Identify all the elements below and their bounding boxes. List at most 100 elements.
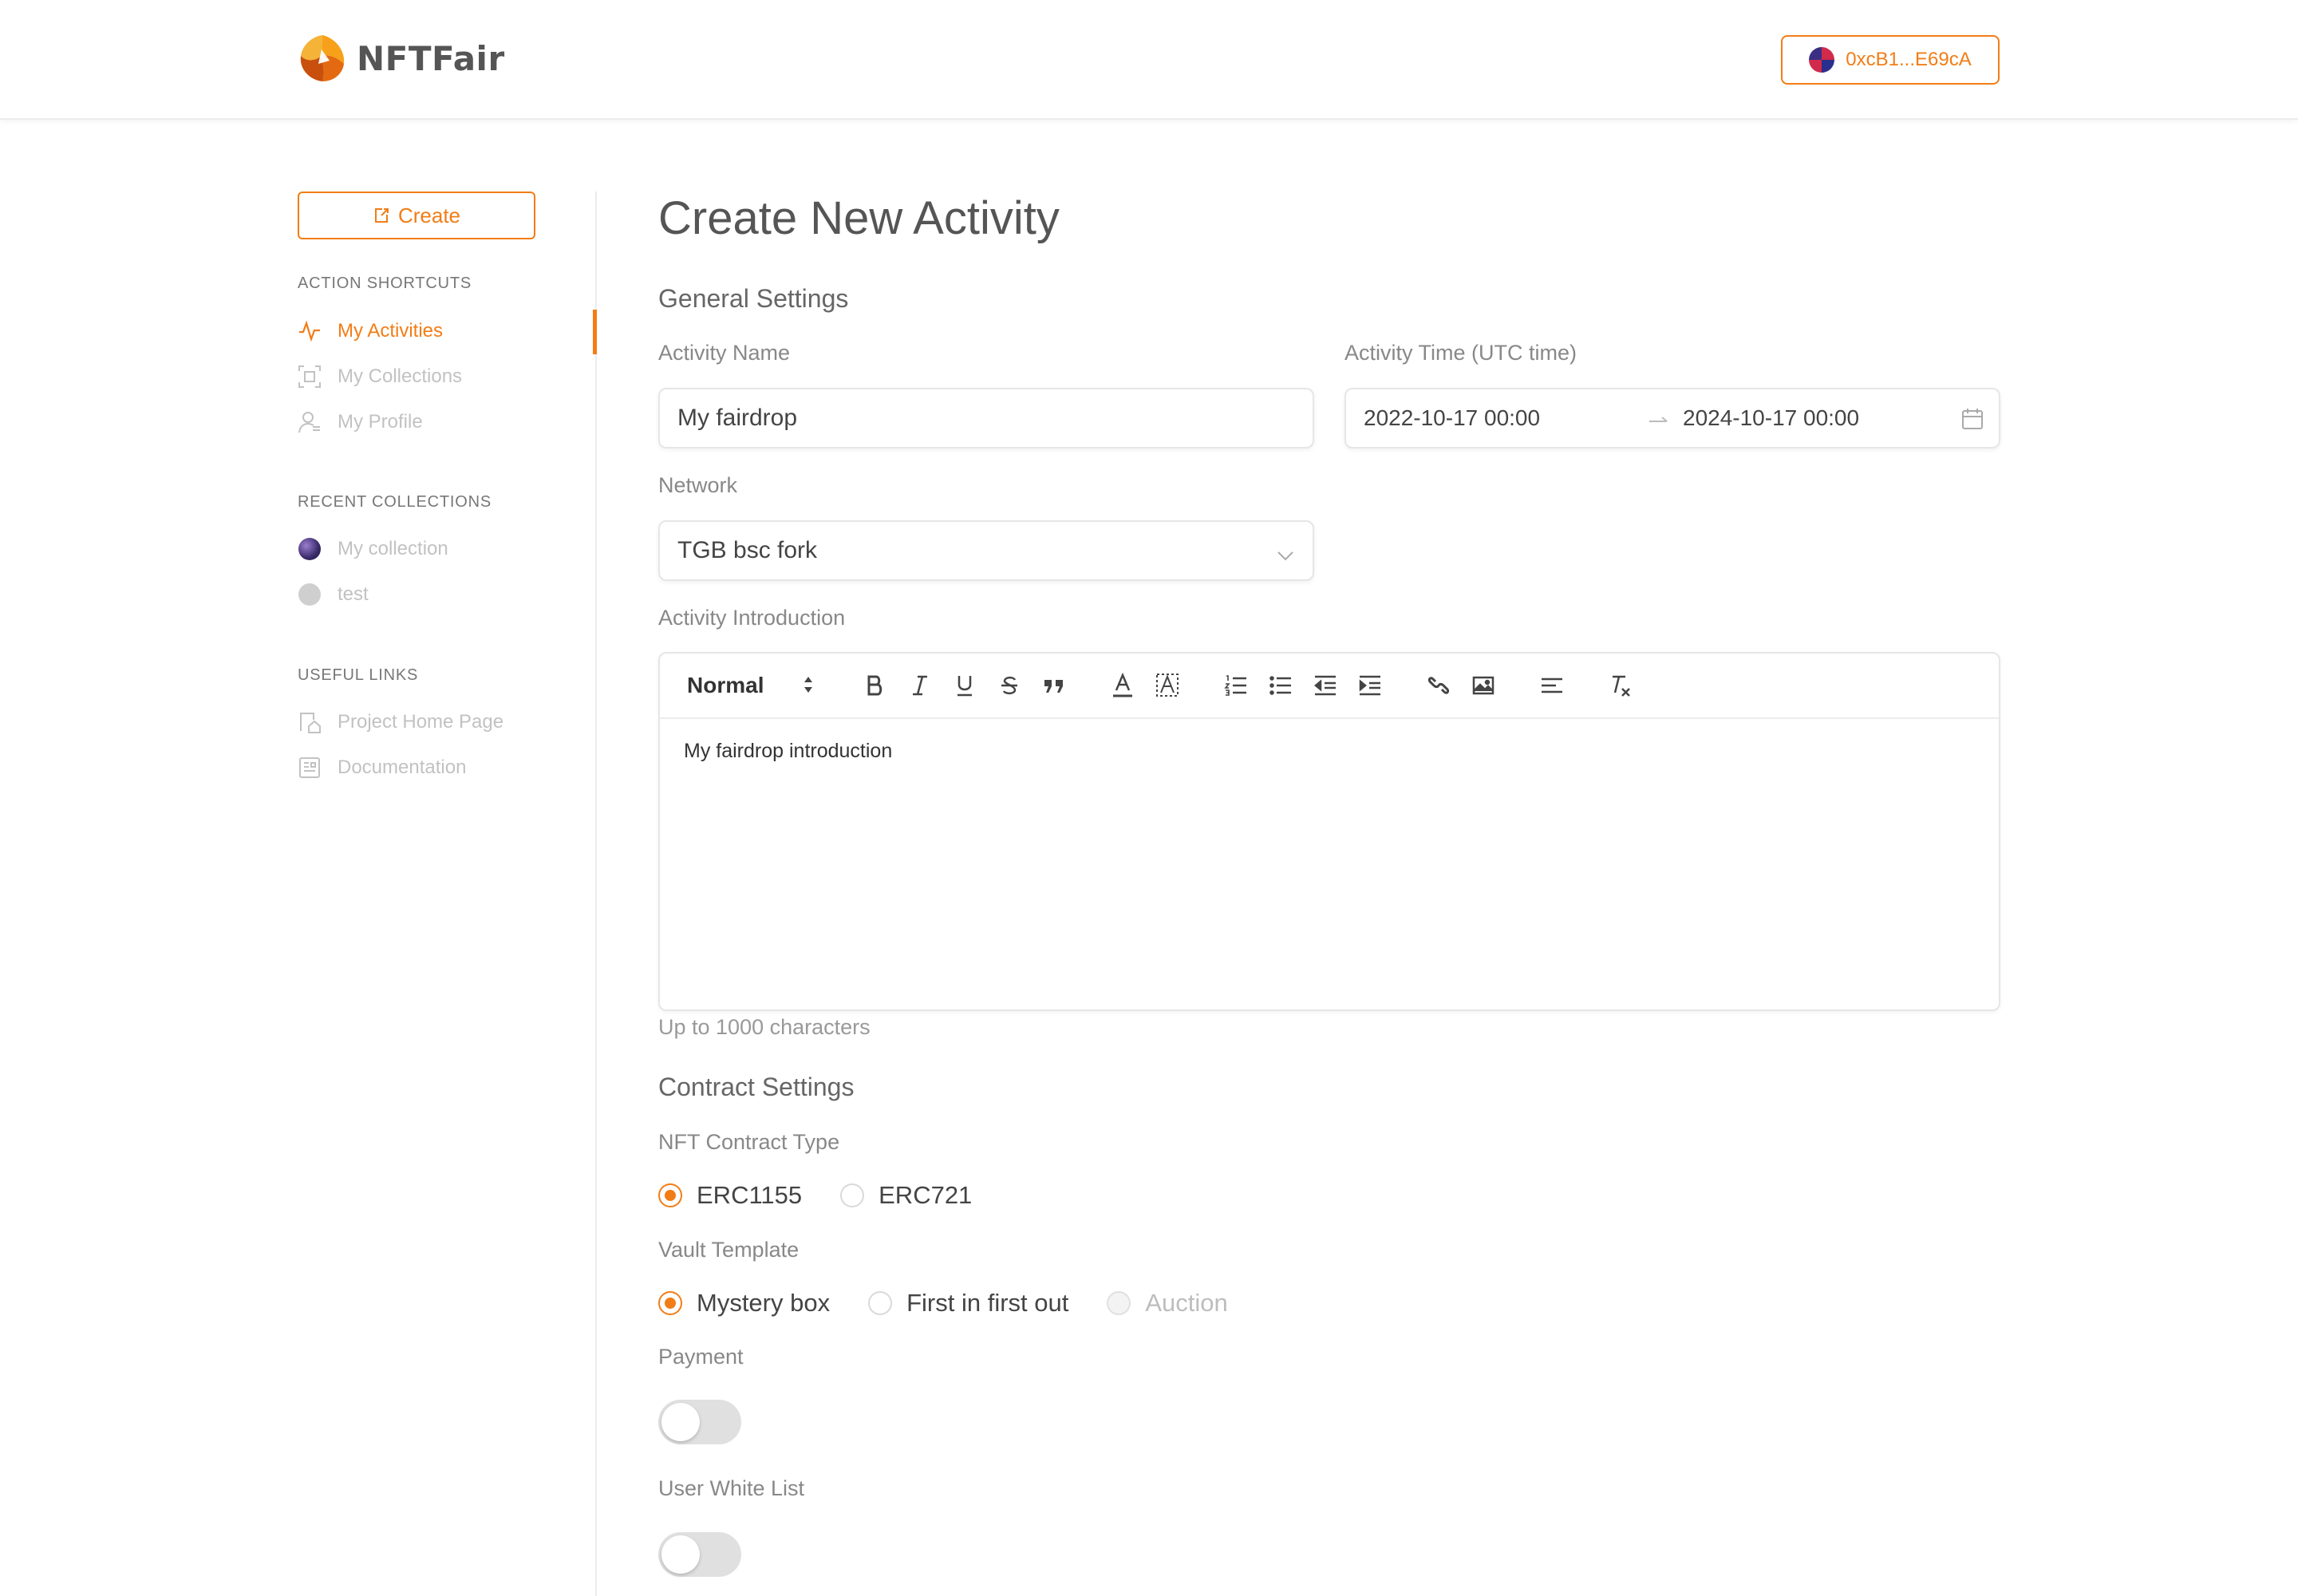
radio-label: Auction — [1145, 1289, 1228, 1317]
link-project-home[interactable]: Project Home Page — [298, 710, 503, 734]
radio-circle[interactable] — [658, 1291, 682, 1315]
rich-text-editor[interactable]: Normal My fairdrop introduction — [658, 652, 2000, 1011]
radio-label: Mystery box — [697, 1289, 831, 1317]
image-button[interactable] — [1467, 670, 1499, 701]
logo-text: NFTFair — [357, 38, 505, 78]
radio-circle[interactable] — [840, 1183, 865, 1207]
create-button-label: Create — [397, 203, 461, 227]
ordered-list-button[interactable] — [1220, 670, 1252, 701]
sidebar-item-label: My Profile — [338, 411, 423, 433]
chevron-down-icon — [1276, 543, 1295, 570]
indent-button[interactable] — [1354, 670, 1386, 701]
italic-button[interactable] — [904, 670, 936, 701]
radio-auction: Auction — [1107, 1289, 1228, 1317]
contract-settings-title: Contract Settings — [658, 1073, 855, 1101]
vault-template-radio-group: Mystery box First in first out Auction — [658, 1289, 1266, 1317]
end-date-value[interactable]: 2024-10-17 00:00 — [1683, 405, 1859, 431]
link-label: Project Home Page — [338, 711, 504, 733]
top-header: NFTFair 0xcB1...E69cA — [0, 0, 2298, 120]
bullet-list-button[interactable] — [1265, 670, 1297, 701]
background-color-button[interactable] — [1151, 670, 1183, 701]
radio-circle[interactable] — [658, 1183, 682, 1207]
activity-name-label: Activity Name — [658, 341, 791, 365]
sidebar-item-label: My Activities — [338, 320, 444, 342]
network-select[interactable]: TGB bsc fork — [658, 520, 1314, 581]
sidebar: Create ACTION SHORTCUTS My Activities My… — [298, 192, 537, 778]
recent-collection-label: My collection — [338, 538, 448, 559]
radio-first-in-first-out[interactable]: First in first out — [868, 1289, 1068, 1317]
payment-label: Payment — [658, 1345, 744, 1369]
radio-circle[interactable] — [868, 1291, 893, 1315]
sidebar-divider — [595, 192, 597, 1596]
payment-toggle[interactable] — [658, 1400, 741, 1444]
arrow-right-icon — [1648, 409, 1670, 436]
wallet-address: 0xcB1...E69cA — [1846, 49, 1972, 70]
collection-avatar — [298, 583, 322, 606]
wallet-button[interactable]: 0xcB1...E69cA — [1781, 35, 2000, 85]
updown-icon — [800, 671, 816, 702]
radio-mystery-box[interactable]: Mystery box — [658, 1289, 830, 1317]
strikethrough-button[interactable] — [993, 670, 1025, 701]
sidebar-item-my-collections[interactable]: My Collections — [298, 365, 462, 389]
format-select[interactable]: Normal — [687, 673, 764, 698]
activity-intro-label: Activity Introduction — [658, 606, 846, 630]
editor-toolbar: Normal — [660, 654, 1999, 719]
toggle-knob — [661, 1403, 700, 1441]
radio-erc1155[interactable]: ERC1155 — [658, 1181, 802, 1210]
section-title-shortcuts: ACTION SHORTCUTS — [298, 275, 472, 292]
text-color-button[interactable] — [1107, 670, 1139, 701]
radio-label: First in first out — [906, 1289, 1069, 1317]
sidebar-item-label: My Collections — [338, 365, 463, 387]
align-button[interactable] — [1536, 670, 1568, 701]
blockquote-button[interactable] — [1038, 670, 1070, 701]
sidebar-item-my-profile[interactable]: My Profile — [298, 410, 423, 434]
home-page-icon — [298, 710, 322, 734]
activity-time-range-picker[interactable]: 2022-10-17 00:00 2024-10-17 00:00 — [1344, 388, 2000, 448]
nft-contract-type-label: NFT Contract Type — [658, 1130, 840, 1154]
user-white-list-toggle[interactable] — [658, 1532, 741, 1577]
link-button[interactable] — [1423, 670, 1455, 701]
page-title: Create New Activity — [658, 192, 1060, 244]
collections-icon — [298, 365, 322, 389]
recent-collection-label: test — [338, 583, 369, 605]
activity-name-input[interactable]: My fairdrop — [658, 388, 1314, 448]
wallet-avatar — [1809, 47, 1835, 73]
network-label: Network — [658, 473, 738, 497]
link-documentation[interactable]: Documentation — [298, 756, 466, 780]
section-title-links: USEFUL LINKS — [298, 666, 419, 684]
activity-time-label: Activity Time (UTC time) — [1344, 341, 1577, 365]
user-icon — [298, 410, 322, 434]
radio-circle — [1107, 1291, 1131, 1315]
create-icon — [374, 208, 389, 223]
active-indicator — [593, 310, 597, 354]
activity-icon — [298, 319, 322, 343]
collection-avatar — [298, 537, 322, 561]
toggle-knob — [661, 1535, 700, 1574]
sidebar-item-my-activities[interactable]: My Activities — [298, 319, 443, 343]
radio-label: ERC721 — [879, 1181, 973, 1209]
document-icon — [298, 756, 322, 780]
recent-collection-item[interactable]: My collection — [298, 537, 448, 561]
user-white-list-label: User White List — [658, 1476, 805, 1500]
create-button[interactable]: Create — [298, 192, 535, 239]
link-label: Documentation — [338, 757, 467, 778]
calendar-icon[interactable] — [1960, 407, 1984, 437]
underline-button[interactable] — [949, 670, 981, 701]
editor-content[interactable]: My fairdrop introduction — [684, 740, 892, 763]
activity-name-value: My fairdrop — [677, 405, 798, 431]
vault-template-label: Vault Template — [658, 1238, 800, 1262]
recent-collection-item[interactable]: test — [298, 583, 369, 606]
radio-erc721[interactable]: ERC721 — [840, 1181, 972, 1210]
section-title-recent: RECENT COLLECTIONS — [298, 493, 492, 511]
outdent-button[interactable] — [1309, 670, 1341, 701]
character-limit-hint: Up to 1000 characters — [658, 1015, 871, 1039]
radio-label: ERC1155 — [697, 1181, 803, 1209]
network-value: TGB bsc fork — [677, 537, 818, 563]
start-date-value[interactable]: 2022-10-17 00:00 — [1364, 405, 1540, 431]
contract-type-radio-group: ERC1155 ERC721 — [658, 1181, 1010, 1210]
clear-format-button[interactable] — [1605, 670, 1637, 701]
general-settings-title: General Settings — [658, 284, 849, 313]
bold-button[interactable] — [859, 670, 891, 701]
logo[interactable]: NFTFair — [298, 34, 505, 83]
logo-icon — [300, 35, 345, 81]
